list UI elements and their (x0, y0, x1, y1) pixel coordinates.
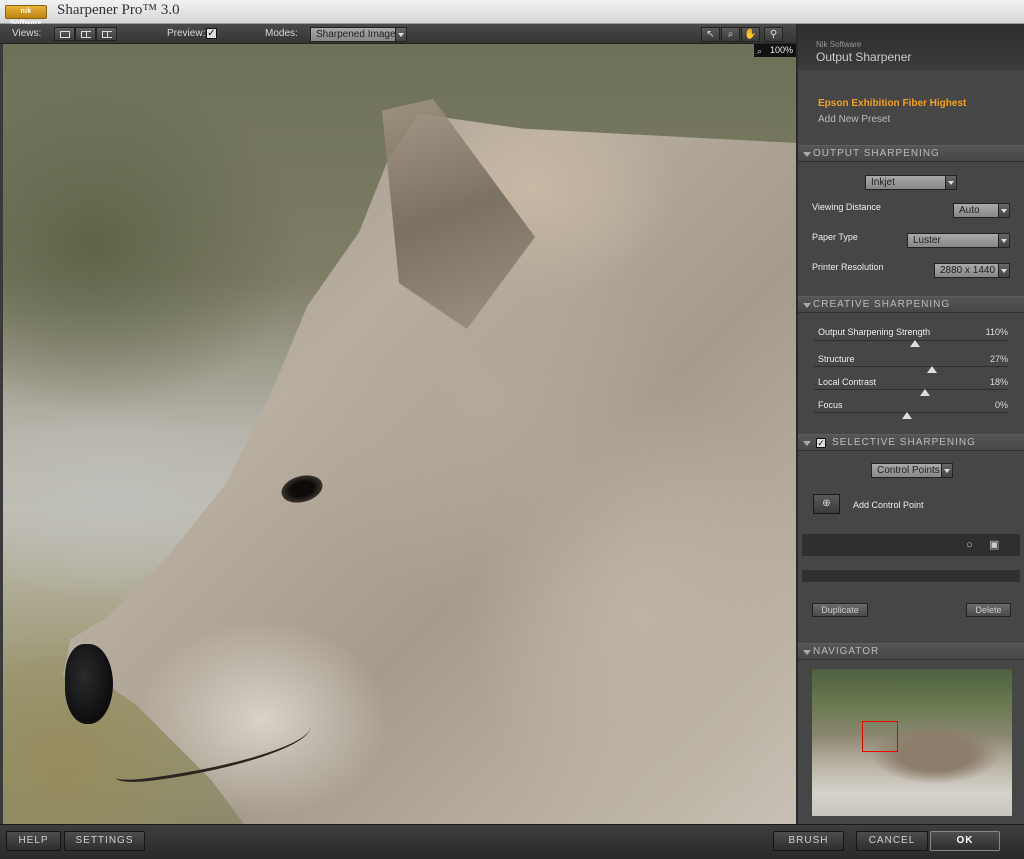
side-by-side-view-icon (102, 31, 112, 38)
add-control-point-button[interactable]: ⊕ (813, 494, 840, 514)
hand-tool-button[interactable]: ✋ (741, 27, 760, 42)
help-button[interactable]: HELP (6, 831, 61, 851)
viewing-distance-select[interactable]: Auto (953, 203, 1010, 218)
hand-icon: ✋ (744, 29, 757, 40)
chevron-down-icon (395, 28, 406, 41)
slider-value-structure: 27% (989, 354, 1008, 364)
navigator-header[interactable]: NAVIGATOR (798, 643, 1024, 660)
local-contrast-slider-thumb[interactable] (919, 389, 930, 396)
pointer-tool-button[interactable]: ↖ (701, 27, 720, 42)
panel-header: Nik Software Output Sharpener (798, 24, 1024, 70)
sharpener-panel: Nik Software Output Sharpener Epson Exhi… (796, 24, 1024, 824)
vendor-label: Nik Software (816, 40, 862, 49)
collapse-triangle-icon (803, 303, 811, 308)
slider-value-local-contrast: 18% (989, 377, 1008, 387)
arrow-pointer-icon: ↖ (706, 29, 715, 40)
chevron-down-icon (998, 204, 1009, 217)
window-title: Sharpener Pro™ 3.0 (57, 2, 180, 18)
slider-label-structure: Structure (818, 354, 855, 364)
modes-value: Sharpened Image (316, 29, 396, 40)
view-side-by-side-button[interactable] (96, 27, 117, 41)
circle-icon[interactable]: ○ (966, 539, 973, 551)
image-preview[interactable]: ⌕ 100% (3, 44, 796, 824)
view-single-button[interactable] (54, 27, 75, 41)
single-view-icon (60, 31, 70, 38)
printer-type-select[interactable]: Inkjet (865, 175, 957, 190)
eyedropper-tool-button[interactable]: ⚲ (764, 27, 783, 42)
strength-slider-thumb[interactable] (909, 340, 920, 347)
slider-label-strength: Output Sharpening Strength (818, 327, 931, 337)
chevron-down-icon (998, 234, 1009, 247)
control-point-list-footer (802, 570, 1020, 582)
zoom-level: 100% (769, 45, 793, 55)
chevron-down-icon (945, 176, 956, 189)
duplicate-button[interactable]: Duplicate (812, 603, 868, 617)
title-bar: nik Software Sharpener Pro™ 3.0 (0, 0, 1024, 27)
pin-icon: ⚲ (769, 29, 778, 40)
slider-label-focus: Focus (818, 400, 843, 410)
ok-button[interactable]: OK (930, 831, 1000, 851)
nik-logo: nik Software (5, 5, 47, 27)
slider-value-focus: 0% (994, 400, 1008, 410)
zoom-level-badge: ⌕ 100% (754, 44, 796, 57)
magnifier-icon: ⌕ (727, 29, 734, 40)
focus-slider-thumb[interactable] (902, 412, 913, 419)
collapse-triangle-icon (803, 152, 811, 157)
views-label: Views: (12, 28, 42, 39)
view-split-button[interactable] (75, 27, 96, 41)
control-points-select[interactable]: Control Points (871, 463, 953, 478)
settings-button[interactable]: SETTINGS (64, 831, 145, 851)
selective-sharpening-checkbox[interactable]: ✓ (816, 438, 826, 448)
printer-resolution-select[interactable]: 2880 x 1440 (934, 263, 1010, 278)
zoom-icon: ⌕ (757, 46, 763, 56)
chevron-down-icon (998, 264, 1009, 277)
navigator-thumbnail[interactable] (812, 669, 1012, 816)
paper-type-label: Paper Type (812, 232, 858, 242)
slider-label-local-contrast: Local Contrast (818, 377, 877, 387)
panel-title: Output Sharpener (816, 50, 912, 64)
preview-label: Preview: (167, 28, 206, 39)
structure-slider-thumb[interactable] (927, 366, 938, 373)
navigator-view-frame[interactable] (862, 721, 898, 752)
zoom-tool-button[interactable]: ⌕ (721, 27, 740, 42)
preview-checkbox[interactable]: ✓ (206, 28, 217, 39)
add-preset-link[interactable]: Add New Preset (818, 114, 890, 125)
slider-value-strength: 110% (985, 327, 1008, 337)
modes-select[interactable]: Sharpened Image (310, 27, 407, 42)
creative-sharpening-header[interactable]: CREATIVE SHARPENING (798, 296, 1024, 313)
collapse-triangle-icon (803, 650, 811, 655)
modes-label: Modes: (265, 28, 298, 39)
wolf-nose (65, 644, 113, 724)
selective-sharpening-header[interactable]: ✓ SELECTIVE SHARPENING (798, 434, 1024, 451)
local-contrast-slider-track[interactable] (814, 389, 1008, 390)
structure-slider-track[interactable] (814, 366, 1008, 367)
chevron-down-icon (941, 464, 952, 477)
control-point-icon: ⊕ (822, 498, 831, 509)
collapse-triangle-icon (803, 441, 811, 446)
square-icon[interactable]: ▣ (989, 538, 999, 551)
preset-list: Epson Exhibition Fiber Highest Add New P… (798, 88, 1024, 144)
output-sharpening-header[interactable]: OUTPUT SHARPENING (798, 145, 1024, 162)
bottom-bar: HELP SETTINGS BRUSH CANCEL OK (0, 824, 1024, 859)
control-point-list: ○ ▣ (802, 534, 1020, 556)
viewing-distance-label: Viewing Distance (812, 202, 881, 212)
cancel-button[interactable]: CANCEL (856, 831, 928, 851)
toolbar: Views: Preview: ✓ Modes: Sharpened Image… (0, 24, 796, 44)
preset-item-active[interactable]: Epson Exhibition Fiber Highest (818, 98, 966, 109)
split-view-icon (81, 31, 91, 38)
paper-type-select[interactable]: Luster (907, 233, 1010, 248)
brush-button[interactable]: BRUSH (773, 831, 844, 851)
printer-resolution-label: Printer Resolution (812, 262, 884, 272)
add-control-point-label: Add Control Point (853, 500, 924, 510)
delete-button[interactable]: Delete (966, 603, 1011, 617)
